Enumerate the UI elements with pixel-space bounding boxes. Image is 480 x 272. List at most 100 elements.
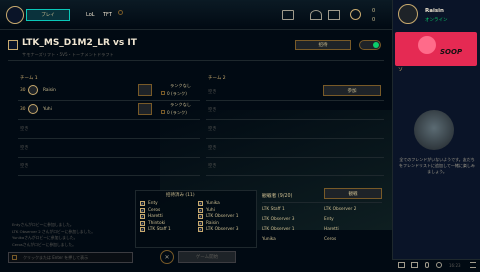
chat-message: Cerosさんがロビーに参加しました。 — [12, 241, 76, 247]
spectate-button[interactable]: 観戦 — [324, 188, 382, 199]
team1-slot-3[interactable]: 空き — [20, 126, 29, 132]
spectator-item: LTK Observer 3 — [262, 217, 295, 222]
invited-item: ✓ Yunika — [198, 201, 220, 206]
player-level: 30 — [20, 88, 26, 93]
rank-sub-icon — [161, 91, 165, 95]
rp-amount: 0 — [372, 8, 376, 14]
menu-icon[interactable] — [470, 262, 476, 268]
slot-divider — [206, 100, 384, 101]
check-icon: ✓ — [198, 220, 203, 226]
social-panel — [392, 30, 480, 272]
chat-log: Entyさんがロビーに参加しました。 LTK Observer 2 さんがロビー… — [12, 222, 132, 248]
team1-slot-5[interactable]: 空き — [20, 163, 29, 169]
chat-message: LTK Observer 2 さんがロビーに参加しました。 — [12, 228, 96, 234]
slot-divider — [18, 119, 200, 120]
invited-header: 招待済み (11) — [166, 193, 195, 198]
check-icon: ✓ — [198, 227, 203, 232]
spectator-item: LTK Staff 1 — [262, 207, 285, 212]
check-icon: ✓ — [140, 201, 145, 206]
check-icon: ✓ — [140, 207, 145, 213]
player-card-icon[interactable] — [138, 103, 152, 115]
league-logo-icon[interactable] — [6, 6, 24, 24]
poro-icon — [414, 110, 454, 150]
chat-input-placeholder: クリックまたは Enter を押して表示 — [23, 255, 89, 260]
team2-slot-1[interactable]: 空き — [208, 89, 217, 95]
spectator-item: Haretti — [324, 227, 339, 232]
invited-item: ✓ Ceros — [140, 207, 161, 213]
nav-tft[interactable]: TFT — [103, 12, 112, 18]
team2-slot-5[interactable]: 空き — [208, 163, 217, 169]
chat-icon — [12, 255, 17, 260]
team1-slot-2: 30 Yuhi ランクなし 0 (ランク) — [18, 101, 200, 119]
spectators-list: LTK Staff 1 LTK Observer 2 LTK Observer … — [262, 207, 382, 242]
rank-label: ランクなし — [170, 83, 191, 88]
player-avatar — [28, 85, 38, 95]
check-icon: ✓ — [140, 214, 145, 219]
check-icon: ✓ — [140, 227, 145, 232]
avatar[interactable] — [398, 4, 418, 24]
lobby-title: LTK_MS_D1M2_LR vs IT — [22, 38, 137, 48]
chat-bubble-icon[interactable] — [398, 262, 405, 268]
team2-label: チーム 2 — [208, 76, 226, 81]
invited-item: ✓ Yuhi — [198, 207, 215, 213]
status-text: オンライン — [425, 18, 448, 23]
spectator-item: LTK Observer 2 — [324, 207, 357, 212]
player-level: 30 — [20, 107, 26, 112]
social-empty-message: 全てのフレンドがいないようです。友だちをフレンドリストに追加して一緒に楽しみまし… — [399, 157, 475, 174]
slot-divider — [206, 175, 384, 176]
invited-item: ✓ Haretti — [140, 214, 163, 219]
join-team2-button[interactable]: 参加 — [323, 85, 381, 96]
player-name: Yuhi — [43, 107, 52, 112]
play-button[interactable]: プレイ — [26, 9, 70, 21]
nav-indicator — [118, 10, 123, 15]
home-icon[interactable] — [282, 10, 294, 20]
slot-divider — [18, 175, 200, 176]
invited-item: ✓ LTK Staff 1 — [140, 227, 171, 232]
slot-divider — [18, 138, 200, 139]
team1-slot-1: 30 Raisin ランクなし 0 (ランク) — [18, 82, 200, 100]
slot-divider — [18, 157, 200, 158]
spectator-item: Ceros — [324, 237, 337, 242]
slot-divider — [206, 157, 384, 158]
check-icon: ✓ — [198, 214, 203, 219]
loot-icon[interactable] — [328, 10, 340, 20]
calendar-icon[interactable] — [411, 262, 418, 268]
toggle-knob — [373, 42, 379, 48]
chat-message: Entyさんがロビーに参加しました。 — [12, 222, 74, 227]
chat-message: Yunikaさんがロビーに参加しました。 — [12, 235, 78, 241]
header-divider — [8, 60, 384, 61]
invited-list: ✓ Enty ✓ Yunika ✓ Ceros ✓ Yuhi ✓ Haretti ✓ LTK… — [140, 201, 258, 232]
soop-brand: SOOP — [440, 48, 463, 56]
close-lobby-button[interactable]: ✕ — [160, 250, 174, 264]
slot-divider — [206, 119, 384, 120]
invite-button[interactable]: 招待 — [295, 40, 351, 50]
rank-points: 0 (ランク) — [167, 110, 187, 115]
team2-slot-2[interactable]: 空き — [208, 107, 217, 113]
soop-logo-icon — [418, 36, 436, 54]
invited-item: ✓ Raisin — [198, 220, 219, 226]
username: Raisin — [425, 8, 444, 14]
chat-input[interactable]: クリックまたは Enter を押して表示 — [8, 252, 133, 263]
spectator-item: Yunika — [262, 237, 276, 242]
social-tab[interactable]: ソ — [398, 66, 403, 73]
team2-slot-4[interactable]: 空き — [208, 145, 217, 151]
player-name: Raisin — [43, 88, 56, 93]
rank-points: 0 (ランク) — [167, 91, 187, 96]
store-icon[interactable] — [350, 9, 361, 20]
spectator-item: Enty — [324, 217, 334, 222]
clock-time: 16:23 — [449, 263, 461, 268]
mic-icon[interactable] — [425, 262, 429, 268]
voice-toggle[interactable] — [359, 40, 381, 50]
collection-icon[interactable] — [310, 10, 322, 20]
help-icon[interactable] — [436, 262, 442, 268]
be-amount: 0 — [372, 17, 376, 23]
player-card-icon[interactable] — [138, 84, 152, 96]
slot-divider — [206, 138, 384, 139]
rank-label: ランクなし — [170, 102, 191, 107]
invited-item: ✓ Thintoki — [140, 220, 166, 226]
start-game-button[interactable]: ゲーム開始 — [178, 251, 236, 263]
lobby-subtitle: サモナーズリフト・5V5・トーナメントドラフト — [22, 52, 114, 57]
team2-slot-3[interactable]: 空き — [208, 126, 217, 132]
nav-lol[interactable]: LoL — [86, 12, 95, 18]
team1-slot-4[interactable]: 空き — [20, 145, 29, 151]
